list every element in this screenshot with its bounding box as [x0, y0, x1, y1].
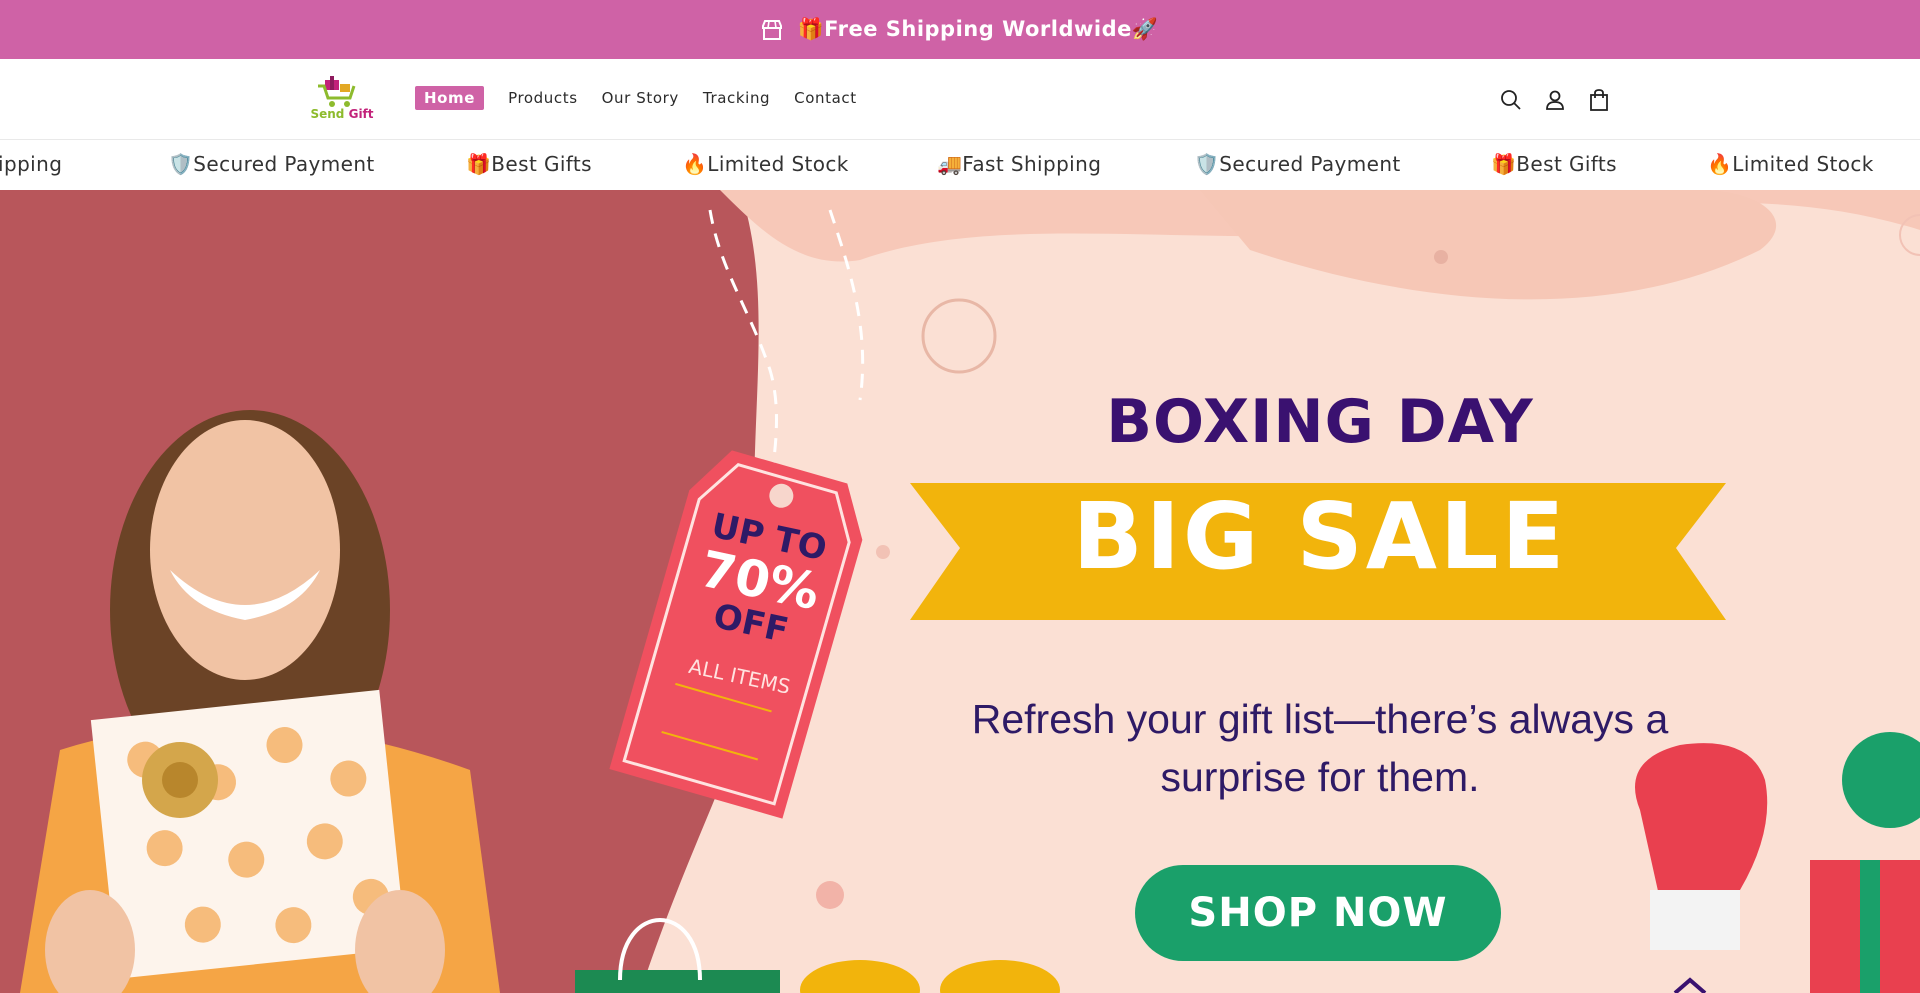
- site-header: Send Gift Home Products Our Story Tracki…: [0, 59, 1920, 140]
- marquee-item: 🔥Limited Stock: [1707, 152, 1874, 176]
- header-icons: [1496, 86, 1628, 114]
- marquee-item: 🎁Best Gifts: [466, 152, 592, 176]
- marquee-item: 🚚Fast Shipping: [0, 152, 63, 176]
- hero-banner[interactable]: UP TO 70% OFF ALL ITEMS BOXING DAY BIG S…: [0, 190, 1920, 993]
- gift-cart-icon: [318, 76, 356, 107]
- marquee-item: 🛡️Secured Payment: [168, 152, 375, 176]
- marquee-item: 🚚Fast Shipping: [937, 152, 1102, 176]
- nav-products[interactable]: Products: [508, 89, 578, 107]
- cart-bag-icon[interactable]: [1584, 86, 1614, 114]
- search-icon[interactable]: [1496, 86, 1526, 114]
- store-icon: [761, 19, 783, 40]
- hero-subtitle-line2: surprise for them.: [1160, 754, 1480, 800]
- logo-text: Send Gift: [310, 107, 374, 121]
- announcement-text: 🎁Free Shipping Worldwide🚀: [797, 17, 1159, 41]
- hero-subtitle: Refresh your gift list—there’s always a …: [900, 690, 1740, 806]
- nav-home[interactable]: Home: [415, 86, 485, 110]
- marquee-item: 🔥Limited Stock: [682, 152, 849, 176]
- marquee-item: 🛡️Secured Payment: [1194, 152, 1401, 176]
- hero-background: [0, 190, 1920, 993]
- hero-banner-text: BIG SALE: [1072, 483, 1568, 590]
- hero-subtitle-line1: Refresh your gift list—there’s always a: [971, 696, 1669, 742]
- nav-tracking[interactable]: Tracking: [703, 89, 770, 107]
- hero-heading: BOXING DAY: [1106, 387, 1534, 457]
- logo-text-gift: Gift: [348, 107, 374, 121]
- main-nav: Home Products Our Story Tracking Contact: [415, 86, 881, 110]
- shop-now-button[interactable]: SHOP NOW: [1135, 865, 1501, 961]
- marquee-item: 🎁Best Gifts: [1491, 152, 1617, 176]
- nav-our-story[interactable]: Our Story: [602, 89, 679, 107]
- account-icon[interactable]: [1540, 86, 1570, 114]
- nav-contact[interactable]: Contact: [794, 89, 857, 107]
- feature-marquee: 🚚Fast Shipping 🛡️Secured Payment 🎁Best G…: [0, 140, 1920, 190]
- logo[interactable]: Send Gift: [310, 74, 374, 124]
- announcement-bar: 🎁Free Shipping Worldwide🚀: [0, 0, 1920, 59]
- logo-text-send: Send: [310, 107, 345, 121]
